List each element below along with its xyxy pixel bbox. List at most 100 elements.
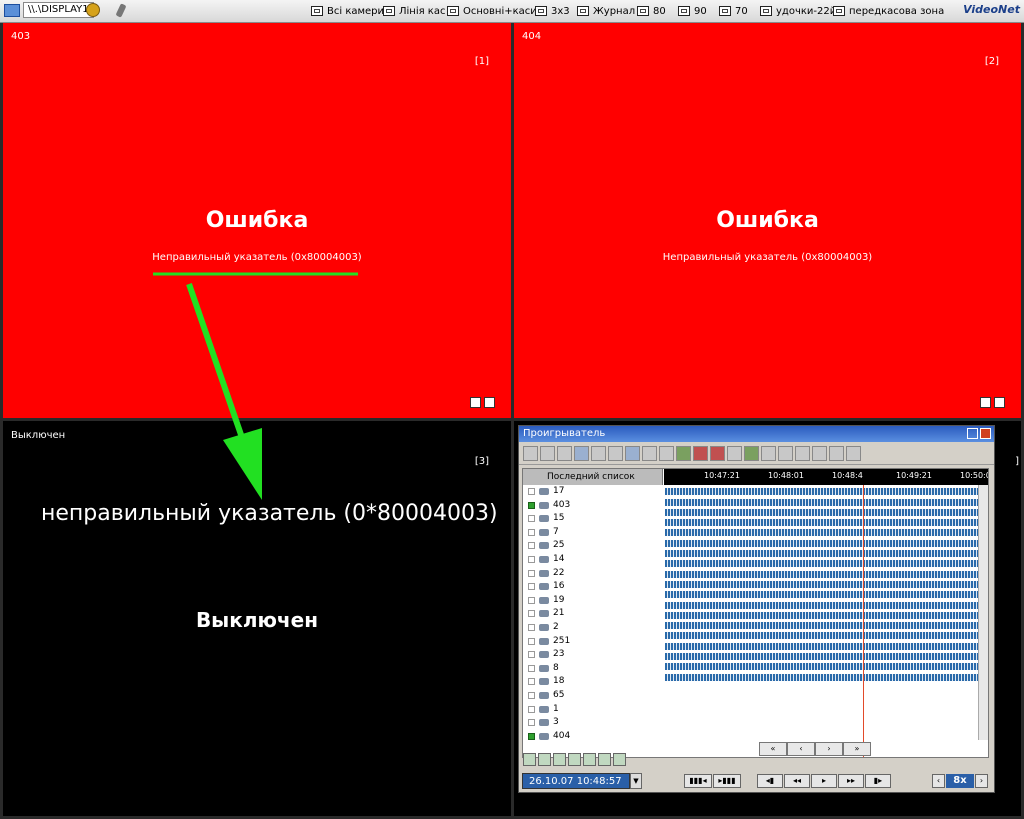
record-track[interactable] — [665, 560, 979, 568]
player-titlebar[interactable]: Проигрыватель — [519, 426, 994, 442]
checkbox[interactable] — [528, 610, 535, 618]
record-track[interactable] — [665, 601, 979, 609]
list-button-icon[interactable] — [568, 753, 581, 766]
list-button-icon[interactable] — [583, 753, 596, 766]
save-icon[interactable] — [574, 445, 589, 461]
checkbox[interactable] — [528, 637, 535, 645]
edit-icon[interactable] — [557, 445, 572, 461]
fast-forward-button[interactable]: ▸▸ — [838, 774, 864, 788]
export-icon[interactable] — [744, 445, 759, 461]
record-track[interactable] — [665, 498, 979, 506]
cache-icon[interactable] — [846, 445, 861, 461]
layout-70[interactable]: 70 — [719, 4, 748, 18]
record-track[interactable] — [665, 570, 979, 578]
rewind-button[interactable]: ◂◂ — [784, 774, 810, 788]
layout-journal[interactable]: Журнал — [577, 4, 635, 18]
checkbox[interactable] — [528, 542, 535, 550]
checkbox[interactable] — [528, 651, 535, 659]
chart-icon[interactable] — [625, 445, 640, 461]
checkbox[interactable] — [528, 596, 535, 604]
record-track[interactable] — [665, 653, 979, 661]
list-item[interactable]: 14 — [523, 553, 663, 567]
camera-cell-2[interactable]: 404 [2] Ошибка Неправильный указатель (0… — [514, 23, 1021, 418]
gear-icon[interactable] — [86, 3, 100, 17]
list-button-icon[interactable] — [538, 753, 551, 766]
player-window[interactable]: Проигрыватель Последний список 10:47:21 … — [518, 425, 995, 793]
tools-icon[interactable] — [761, 445, 776, 461]
checkbox[interactable] — [528, 583, 535, 591]
books-icon[interactable] — [693, 445, 708, 461]
record-track[interactable] — [665, 611, 979, 619]
record-track[interactable] — [665, 673, 979, 681]
playhead-marker[interactable] — [863, 485, 864, 757]
zoom-in-icon[interactable] — [642, 445, 657, 461]
open-icon[interactable] — [540, 445, 555, 461]
speed-down-button[interactable]: ‹ — [932, 774, 945, 788]
checkbox[interactable] — [528, 501, 535, 509]
record-track[interactable] — [665, 550, 979, 558]
list-item[interactable]: 3 — [523, 716, 663, 730]
checkbox[interactable] — [528, 555, 535, 563]
speed-up-button[interactable]: › — [975, 774, 988, 788]
refresh-icon[interactable] — [676, 445, 691, 461]
vertical-scrollbar[interactable] — [978, 485, 988, 740]
lock-icon[interactable] — [795, 445, 810, 461]
list-item[interactable]: 7 — [523, 526, 663, 540]
chevron-down-icon[interactable]: ▼ — [630, 773, 642, 789]
minimize-button[interactable] — [967, 428, 978, 439]
books-icon[interactable] — [710, 445, 725, 461]
checkbox[interactable] — [528, 528, 535, 536]
layout-80[interactable]: 80 — [637, 4, 666, 18]
list-item[interactable]: 1 — [523, 703, 663, 717]
list-item[interactable]: 404 — [523, 730, 663, 744]
list-item[interactable]: 2 — [523, 621, 663, 635]
step-forward-button[interactable]: ▸▮▮▮ — [713, 774, 741, 788]
list-item[interactable]: 21 — [523, 607, 663, 621]
list-button-icon[interactable] — [523, 753, 536, 766]
record-track[interactable] — [665, 580, 979, 588]
list-item[interactable]: 23 — [523, 648, 663, 662]
zoom-out-icon[interactable] — [659, 445, 674, 461]
fullscreen-icon[interactable] — [484, 397, 495, 408]
list-button-icon[interactable] — [613, 753, 626, 766]
list-item[interactable]: 19 — [523, 594, 663, 608]
unlock-icon[interactable] — [812, 445, 827, 461]
checkbox[interactable] — [528, 515, 535, 523]
list-item[interactable]: 18 — [523, 675, 663, 689]
cut-icon[interactable] — [778, 445, 793, 461]
next-frame-button[interactable]: ▮▸ — [865, 774, 891, 788]
chart-icon[interactable] — [591, 445, 606, 461]
checkbox[interactable] — [528, 719, 535, 727]
list-item[interactable]: 22 — [523, 567, 663, 581]
checkbox[interactable] — [528, 678, 535, 686]
prev-frame-button[interactable]: ◂▮ — [757, 774, 783, 788]
list-header[interactable]: Последний список — [523, 469, 663, 485]
step-back-button[interactable]: ▮▮▮◂ — [684, 774, 712, 788]
record-track[interactable] — [665, 591, 979, 599]
checkbox[interactable] — [528, 732, 535, 740]
chart-icon[interactable] — [608, 445, 623, 461]
list-item[interactable]: 403 — [523, 499, 663, 513]
list-item[interactable]: 25 — [523, 539, 663, 553]
settings-icon[interactable] — [829, 445, 844, 461]
close-icon[interactable] — [980, 428, 991, 439]
list-item[interactable]: 8 — [523, 662, 663, 676]
fullscreen-icon[interactable] — [994, 397, 1005, 408]
camera-cell-1[interactable]: 403 [1] Ошибка Неправильный указатель (0… — [3, 23, 511, 418]
new-icon[interactable] — [523, 445, 538, 461]
nav-first-button[interactable]: « — [759, 742, 787, 756]
cell-menu-icon[interactable] — [470, 397, 481, 408]
record-track[interactable] — [665, 519, 979, 527]
nav-last-button[interactable]: » — [843, 742, 871, 756]
checkbox[interactable] — [528, 664, 535, 672]
time-ruler[interactable]: 10:47:21 10:48:01 10:48:4 10:49:21 10:50… — [664, 469, 988, 485]
record-track[interactable] — [665, 488, 979, 496]
layout-3x3[interactable]: 3x3 — [535, 4, 570, 18]
record-track[interactable] — [665, 539, 979, 547]
record-track[interactable] — [665, 663, 979, 671]
layout-precash-zone[interactable]: передкасова зона — [833, 4, 944, 18]
checkbox[interactable] — [528, 569, 535, 577]
layout-main-cash[interactable]: Основні+каси — [447, 4, 537, 18]
layout-all-cameras[interactable]: Всі камери — [311, 4, 384, 18]
list-item[interactable]: 251 — [523, 635, 663, 649]
